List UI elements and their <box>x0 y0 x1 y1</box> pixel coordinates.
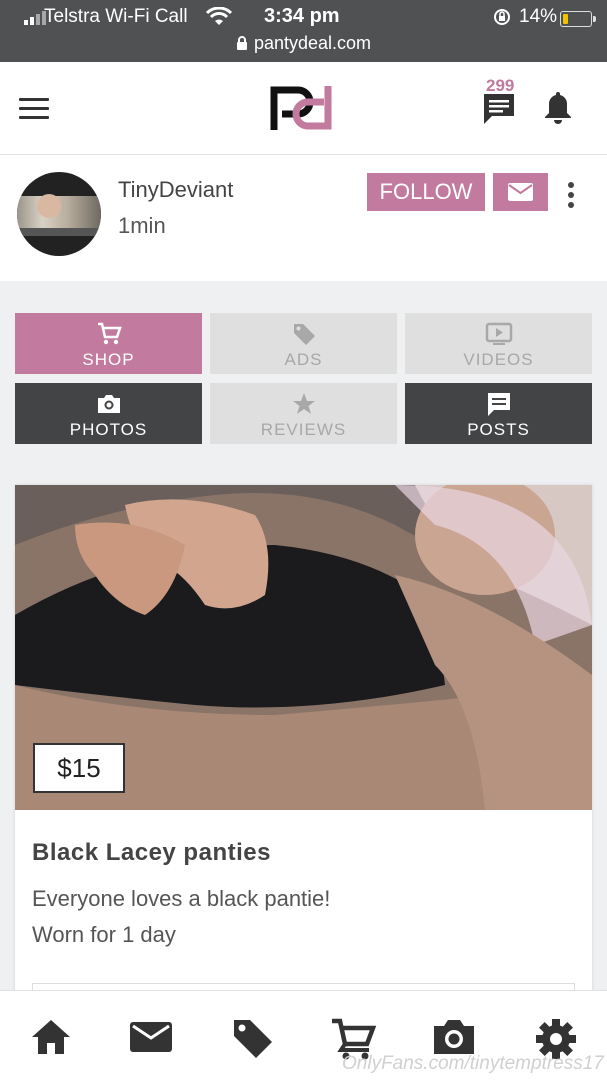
bell-icon[interactable] <box>543 90 573 124</box>
nav-ads[interactable] <box>228 1016 278 1062</box>
tab-label: SHOP <box>82 350 135 369</box>
follow-button[interactable]: FOLLOW <box>367 173 485 211</box>
tab-label: ADS <box>284 350 323 369</box>
tag-icon <box>293 324 315 345</box>
status-bar: Telstra Wi-Fi Call 3:34 pm 14% pantydeal… <box>0 0 607 62</box>
battery-icon <box>560 11 596 27</box>
tab-label: VIDEOS <box>463 350 534 369</box>
tab-reviews[interactable]: REVIEWS <box>210 383 397 444</box>
tab-posts[interactable]: POSTS <box>405 383 592 444</box>
menu-icon[interactable] <box>19 98 49 120</box>
video-icon <box>485 322 512 345</box>
posts-icon <box>487 393 510 416</box>
tab-label: POSTS <box>467 420 530 439</box>
pd-logo[interactable] <box>268 84 340 132</box>
cart-icon <box>97 322 122 345</box>
star-icon <box>292 393 315 414</box>
product-photo[interactable]: $15 <box>15 485 592 810</box>
post-time: 1min <box>118 213 166 238</box>
description-line: Everyone loves a black pantie! <box>32 886 331 911</box>
address-bar[interactable]: pantydeal.com <box>0 33 607 54</box>
tab-shop[interactable]: SHOP <box>15 313 202 374</box>
nav-home[interactable] <box>26 1016 76 1062</box>
username[interactable]: TinyDeviant <box>118 177 233 203</box>
camera-icon <box>97 395 120 413</box>
home-icon <box>32 1020 70 1054</box>
carrier-label: Telstra Wi-Fi Call <box>44 6 188 27</box>
tab-videos[interactable]: VIDEOS <box>405 313 592 374</box>
product-card[interactable]: $15 Black Lacey panties Everyone loves a… <box>15 485 592 1014</box>
price-tag: $15 <box>33 743 125 793</box>
app-header: 299 <box>0 62 607 155</box>
tab-photos[interactable]: PHOTOS <box>15 383 202 444</box>
nav-messages[interactable] <box>126 1016 176 1062</box>
wifi-icon <box>206 7 232 25</box>
camera-icon <box>434 1020 474 1054</box>
product-description: Everyone loves a black pantie! Worn for … <box>32 881 330 953</box>
watermark: OnlyFans.com/tinytemptress17 <box>342 1053 604 1074</box>
battery-percent: 14% <box>519 6 558 27</box>
mail-icon <box>508 183 533 201</box>
description-line: Worn for 1 day <box>32 922 176 947</box>
chat-icon[interactable] <box>482 92 516 124</box>
mail-icon <box>130 1022 172 1052</box>
clock: 3:34 pm <box>264 5 340 27</box>
url-text: pantydeal.com <box>253 33 372 53</box>
product-title[interactable]: Black Lacey panties <box>32 839 271 867</box>
rotation-lock-icon <box>494 9 510 25</box>
tab-label: PHOTOS <box>69 420 148 439</box>
tab-label: REVIEWS <box>260 420 347 439</box>
tab-ads[interactable]: ADS <box>210 313 397 374</box>
more-options-icon[interactable] <box>567 181 575 211</box>
lock-icon <box>236 36 247 50</box>
avatar[interactable] <box>17 172 101 256</box>
tag-icon <box>234 1020 272 1058</box>
profile-header: TinyDeviant 1min FOLLOW <box>0 155 607 281</box>
message-button[interactable] <box>493 173 548 211</box>
signal-icon <box>24 11 46 25</box>
